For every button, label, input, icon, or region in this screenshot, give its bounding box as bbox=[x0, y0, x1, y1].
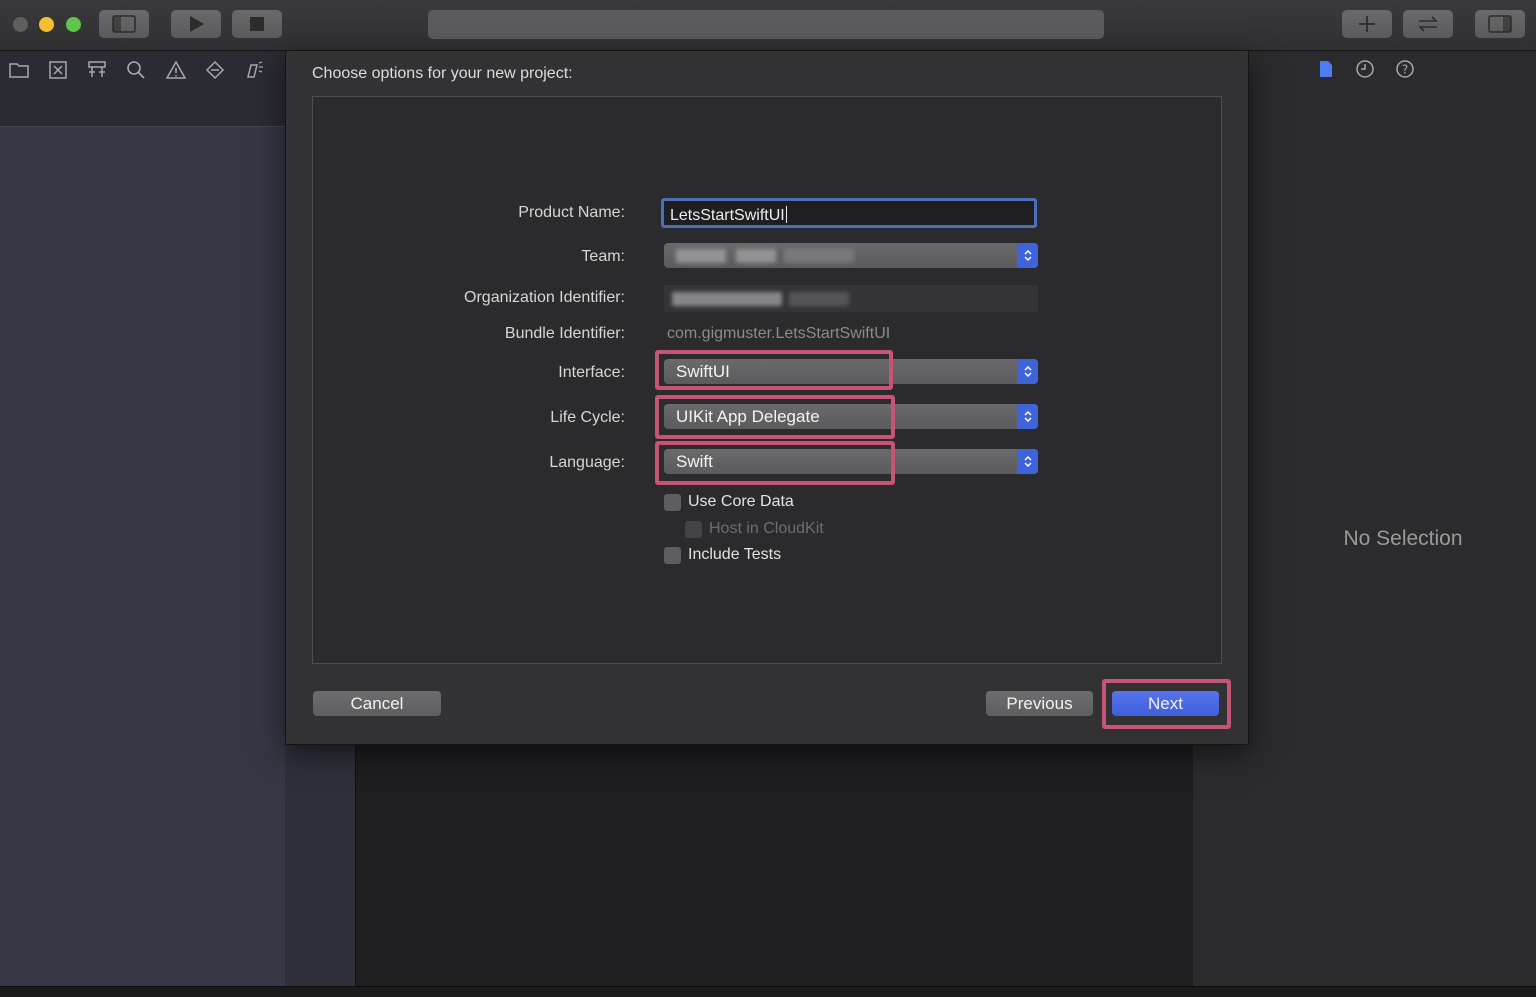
help-icon[interactable]: ? bbox=[1395, 59, 1415, 79]
include-tests-label: Include Tests bbox=[688, 546, 782, 563]
text-cursor bbox=[785, 206, 787, 223]
search-icon[interactable] bbox=[125, 59, 147, 81]
test-diamond-icon[interactable] bbox=[204, 59, 226, 81]
interface-label: Interface: bbox=[558, 364, 625, 381]
stop-icon bbox=[250, 17, 264, 31]
team-popup[interactable] bbox=[664, 243, 1038, 268]
toggle-navigator-button[interactable] bbox=[99, 10, 149, 38]
redacted-organization-id bbox=[789, 292, 849, 306]
sheet-title: Choose options for your new project: bbox=[312, 65, 573, 82]
minimize-window-button[interactable] bbox=[39, 17, 54, 32]
play-icon bbox=[190, 16, 204, 32]
redacted-organization-id bbox=[672, 292, 782, 306]
toggle-inspector-button[interactable] bbox=[1475, 10, 1525, 38]
redacted-team-id bbox=[784, 249, 854, 263]
history-icon[interactable] bbox=[1355, 59, 1375, 79]
zoom-window-button[interactable] bbox=[66, 17, 81, 32]
stop-button[interactable] bbox=[232, 10, 282, 38]
source-control-icon[interactable] bbox=[47, 59, 69, 81]
team-label: Team: bbox=[581, 248, 625, 265]
warning-icon[interactable] bbox=[165, 59, 187, 81]
debug-icon[interactable] bbox=[243, 59, 265, 81]
host-in-cloudkit-label: Host in CloudKit bbox=[709, 520, 824, 537]
redacted-team-name bbox=[736, 249, 776, 263]
new-project-sheet: Choose options for your new project: Pro… bbox=[285, 51, 1249, 745]
product-name-label: Product Name: bbox=[518, 204, 625, 221]
popup-chevron-icon bbox=[1017, 449, 1038, 474]
next-button[interactable]: Next bbox=[1112, 691, 1219, 716]
language-label: Language: bbox=[549, 454, 625, 471]
project-options-form: Product Name: LetsStartSwiftUI Team: Org… bbox=[312, 96, 1222, 664]
svg-text:?: ? bbox=[1402, 63, 1408, 77]
checkbox-box bbox=[664, 493, 681, 511]
inspector-tab-bar: ? bbox=[1248, 51, 1536, 91]
popup-chevron-icon bbox=[1017, 404, 1038, 429]
previous-button[interactable]: Previous bbox=[986, 691, 1093, 716]
close-window-button[interactable] bbox=[13, 17, 28, 32]
product-name-field[interactable]: LetsStartSwiftUI bbox=[661, 198, 1037, 228]
life-cycle-label: Life Cycle: bbox=[550, 409, 625, 426]
debug-bar bbox=[0, 986, 1536, 997]
bundle-identifier-value: com.gigmuster.LetsStartSwiftUI bbox=[667, 325, 891, 342]
file-icon[interactable] bbox=[1316, 59, 1336, 79]
inspector-lower-area bbox=[1193, 744, 1536, 986]
swap-arrows-icon bbox=[1418, 16, 1438, 32]
host-in-cloudkit-checkbox: Host in CloudKit bbox=[685, 520, 824, 538]
plus-icon bbox=[1359, 16, 1375, 32]
sidebar-left-icon bbox=[112, 15, 136, 33]
language-popup[interactable]: Swift bbox=[664, 449, 1038, 474]
hierarchy-icon[interactable] bbox=[86, 59, 108, 81]
no-selection-label: No Selection bbox=[1343, 527, 1463, 550]
use-core-data-label: Use Core Data bbox=[688, 493, 794, 510]
checkbox-box bbox=[664, 546, 681, 564]
popup-chevron-icon bbox=[1017, 359, 1038, 384]
checkbox-box bbox=[685, 520, 702, 538]
code-review-button[interactable] bbox=[1403, 10, 1453, 38]
life-cycle-popup[interactable]: UIKit App Delegate bbox=[664, 404, 1038, 429]
include-tests-checkbox[interactable]: Include Tests bbox=[664, 546, 781, 564]
cancel-button[interactable]: Cancel bbox=[313, 691, 441, 716]
activity-viewer bbox=[428, 10, 1104, 39]
organization-identifier-field[interactable] bbox=[664, 285, 1038, 312]
sidebar-right-icon bbox=[1488, 15, 1512, 33]
library-button[interactable] bbox=[1342, 10, 1392, 38]
use-core-data-checkbox[interactable]: Use Core Data bbox=[664, 493, 794, 511]
navigator-pane bbox=[0, 51, 285, 986]
organization-identifier-label: Organization Identifier: bbox=[464, 289, 625, 306]
popup-chevron-icon bbox=[1017, 243, 1038, 268]
window-toolbar bbox=[0, 0, 1536, 51]
folder-icon[interactable] bbox=[8, 59, 30, 81]
redacted-team-name bbox=[676, 249, 726, 263]
bundle-identifier-label: Bundle Identifier: bbox=[504, 325, 625, 342]
navigator-tab-bar bbox=[0, 51, 285, 127]
run-button[interactable] bbox=[171, 10, 221, 38]
interface-popup[interactable]: SwiftUI bbox=[664, 359, 1038, 384]
